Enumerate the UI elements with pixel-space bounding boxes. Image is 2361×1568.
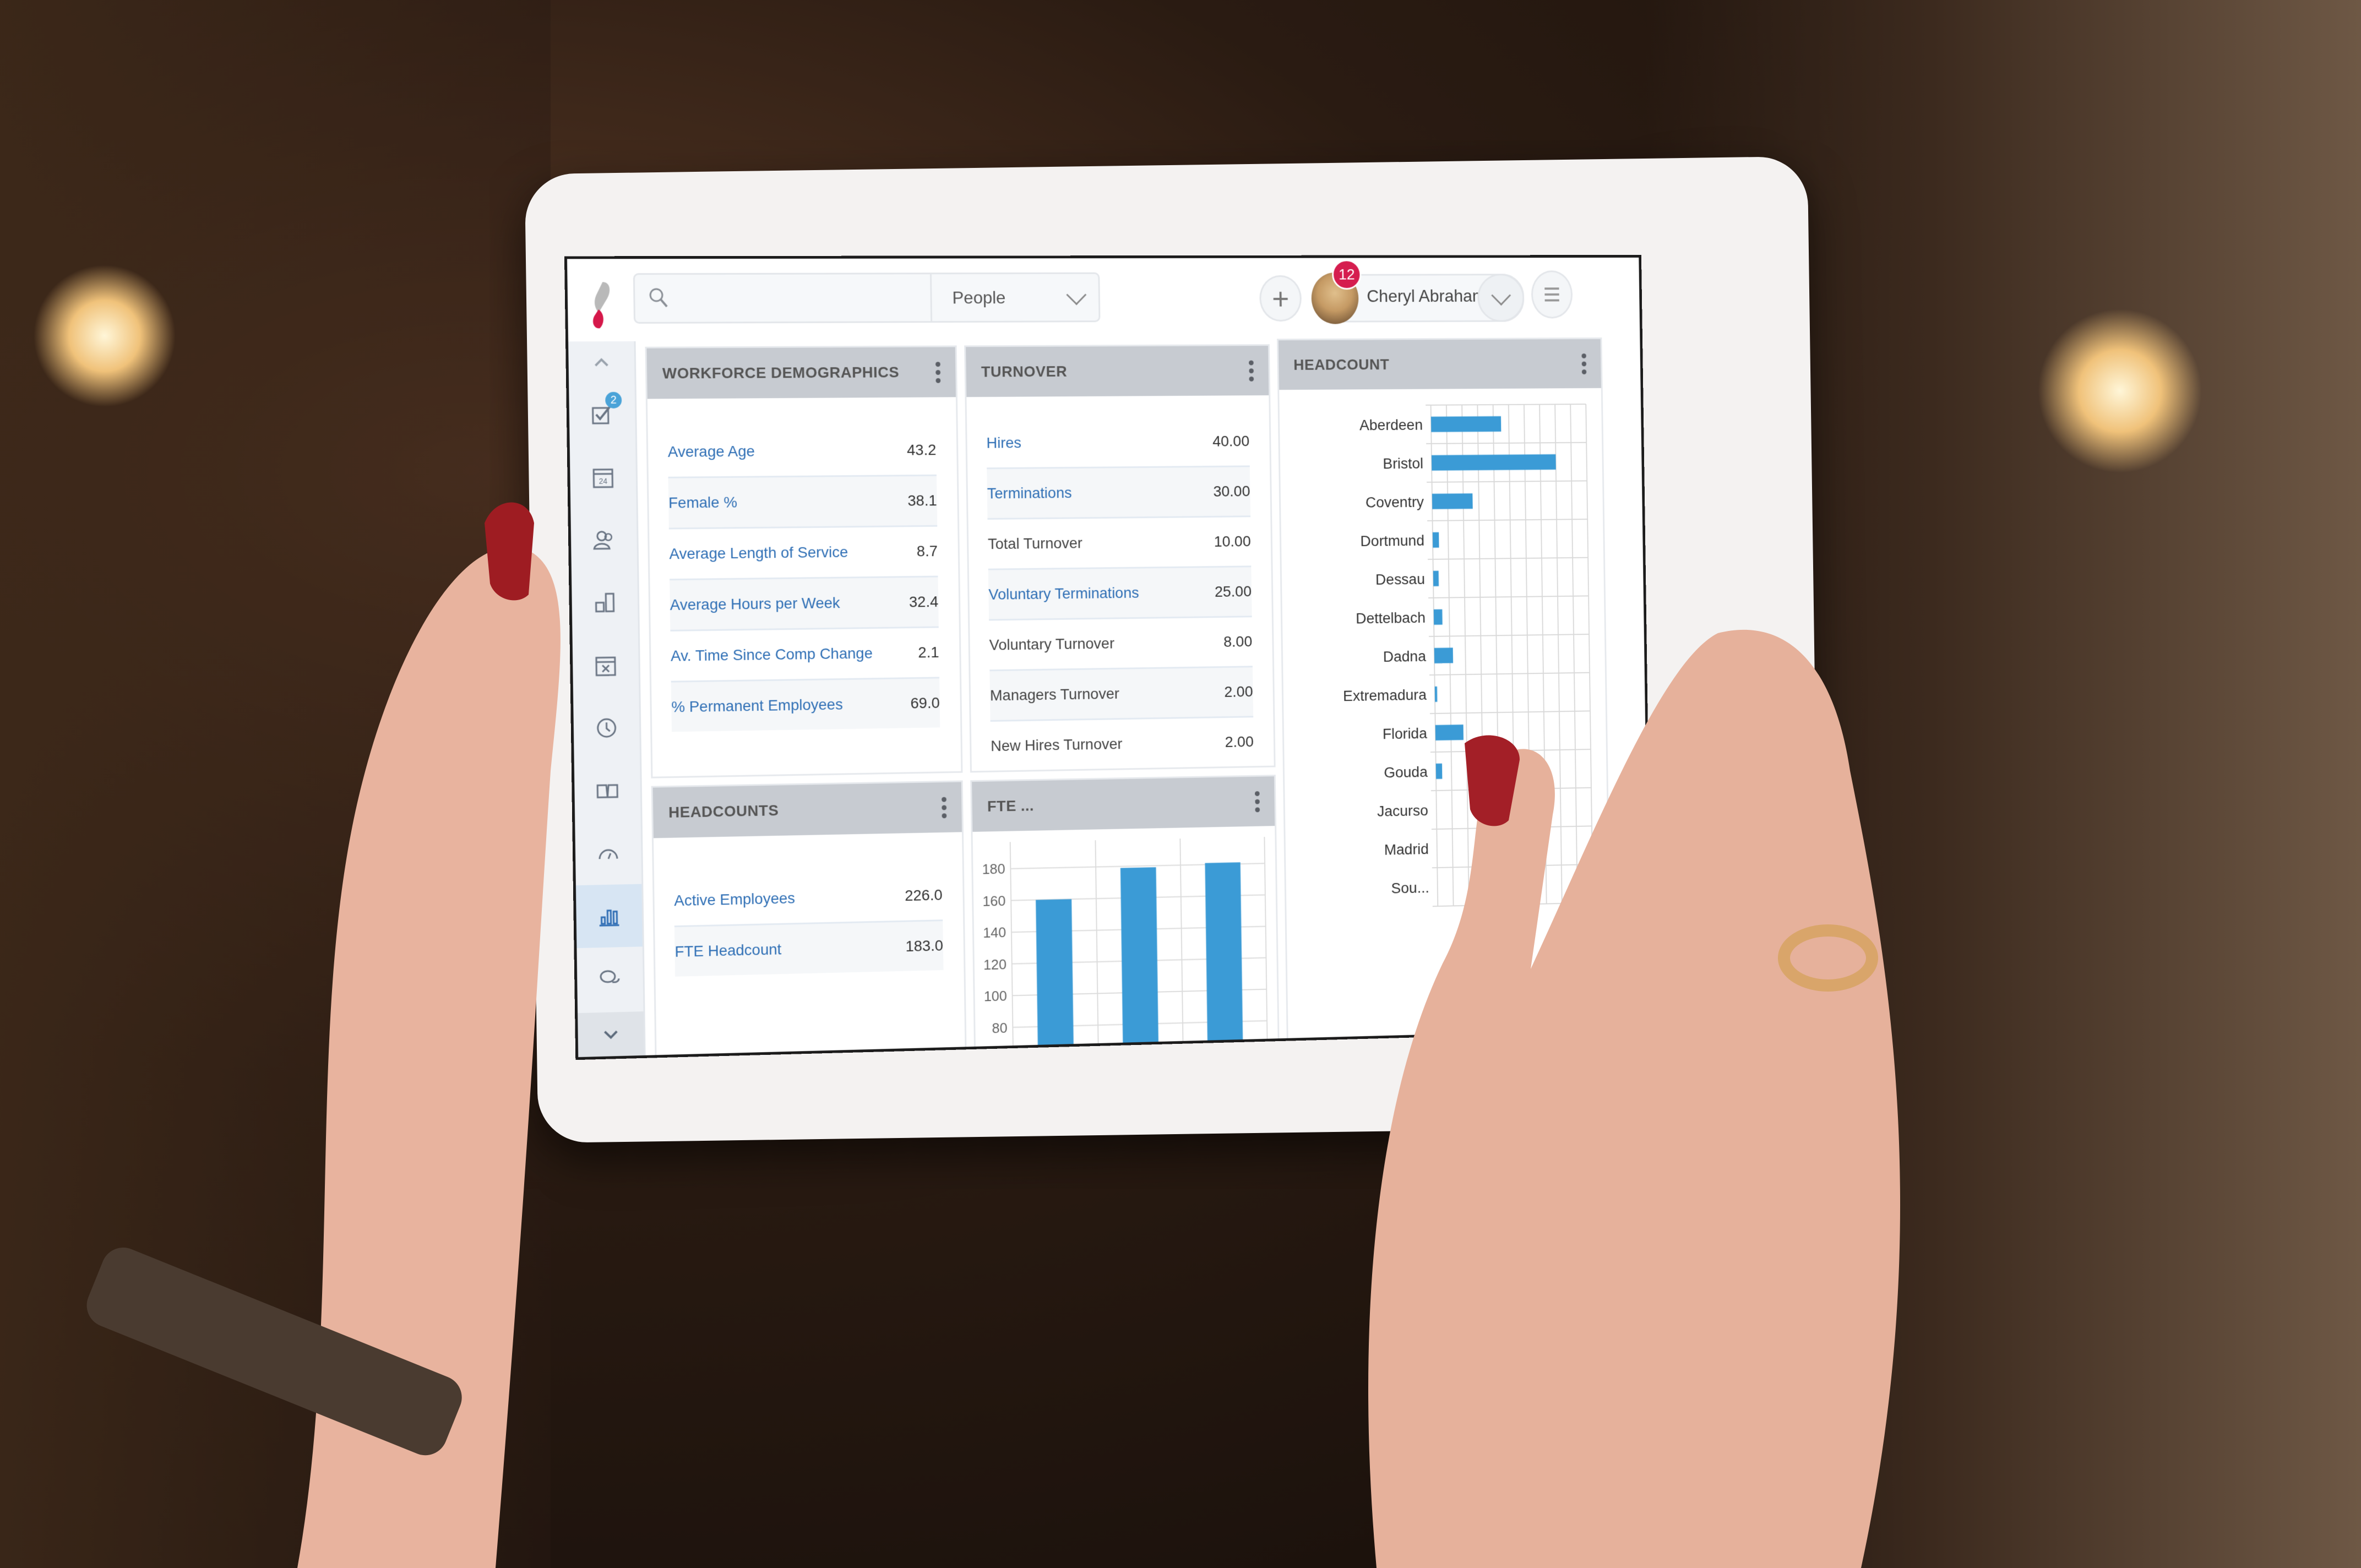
hands-overlay [86,502,1901,1568]
fingernail [485,502,534,601]
right-hand [1368,629,1901,1568]
